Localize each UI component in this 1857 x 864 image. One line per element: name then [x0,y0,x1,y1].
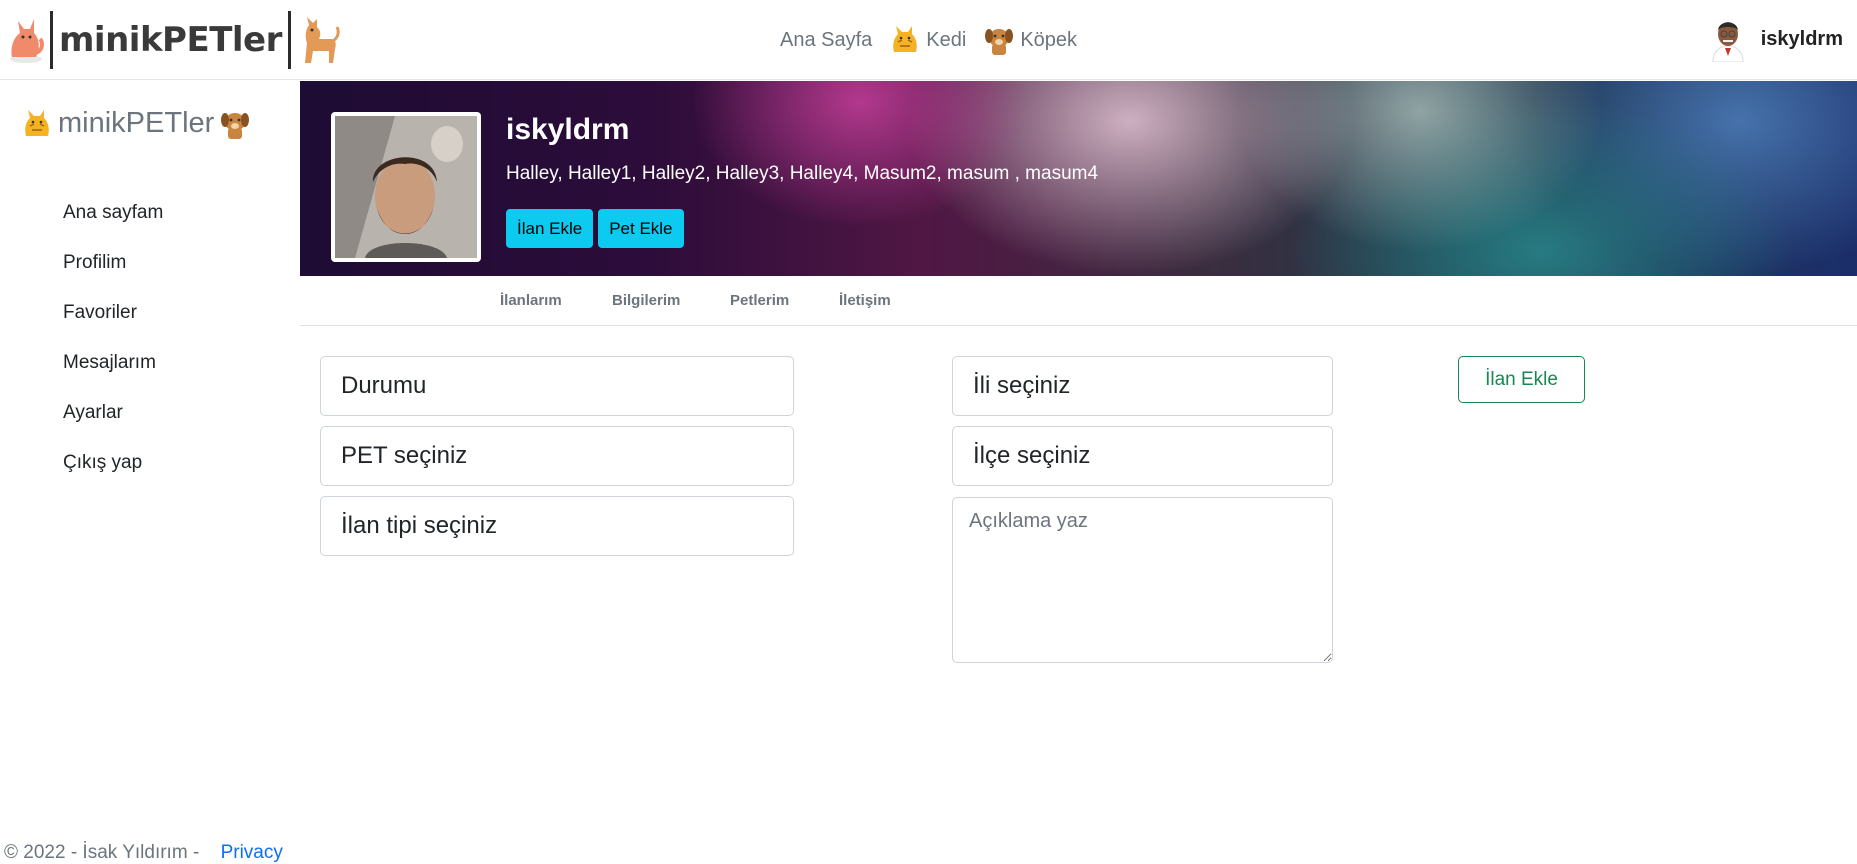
submit-listing-button[interactable]: İlan Ekle [1458,356,1585,403]
profile-photo-image [335,116,477,258]
nav-dog-label: Köpek [1020,28,1078,51]
sidebar-brand[interactable]: minikPETler [22,107,250,140]
listing-type-select[interactable]: İlan tipi seçiniz [320,496,794,556]
dog-emoji-icon [985,29,1014,55]
sidebar-item-home[interactable]: Ana sayfam [63,188,163,238]
cat-logo-icon [10,19,44,63]
pet-select[interactable]: PET seçiniz [320,426,794,486]
nav-cat-label: Kedi [926,28,967,51]
tab-contact[interactable]: İletişim [839,292,891,309]
nav-dog-link[interactable]: Köpek [984,24,1077,56]
district-select[interactable]: İlçe seçiniz [952,426,1333,486]
username-label: iskyldrm [1760,27,1843,50]
profile-photo [331,112,481,262]
sidebar-nav: Ana sayfam Profilim Favoriler Mesajlarım… [63,188,163,488]
main-nav: Ana Sayfa Kedi Köpek [780,20,1077,60]
top-navbar: minikPETler Ana Sayfa Kedi Köpek iskyldr… [0,0,1857,80]
profile-actions: İlan Ekle Pet Ekle [506,209,684,248]
sidebar-item-profile[interactable]: Profilim [63,238,163,288]
sidebar-brand-label: minikPETler [58,107,215,139]
dog-logo-icon [304,17,340,63]
tab-my-pets[interactable]: Petlerim [730,292,789,309]
add-listing-button[interactable]: İlan Ekle [506,209,594,248]
user-avatar-icon [1712,22,1744,62]
dog-emoji-icon [221,112,250,139]
brand-name: minikPETler [59,20,282,60]
sidebar: minikPETler Ana sayfam Profilim Favorile… [0,81,300,821]
description-textarea[interactable] [952,497,1333,663]
profile-pet-list: Halley, Halley1, Halley2, Halley3, Halle… [506,163,1099,184]
cat-emoji-icon [893,26,918,52]
privacy-link[interactable]: Privacy [221,842,283,863]
tab-my-listings[interactable]: İlanlarım [500,292,562,309]
footer-copyright: © 2022 - İsak Yıldırım - [4,842,200,863]
status-select[interactable]: Durumu [320,356,794,416]
brand-divider [287,11,291,69]
profile-username: iskyldrm [506,113,630,146]
cat-emoji-icon [25,109,49,136]
footer: © 2022 - İsak Yıldırım - Privacy [4,842,283,864]
profile-header: iskyldrm Halley, Halley1, Halley2, Halle… [300,81,1857,276]
user-menu[interactable]: iskyldrm [1707,14,1857,64]
city-select[interactable]: İli seçiniz [952,356,1333,416]
profile-tabs: İlanlarım Bilgilerim Petlerim İletişim [300,276,1857,326]
add-pet-button[interactable]: Pet Ekle [598,209,684,248]
tab-my-info[interactable]: Bilgilerim [612,292,680,309]
nav-home-label: Ana Sayfa [780,28,873,51]
sidebar-item-logout[interactable]: Çıkış yap [63,438,163,488]
sidebar-item-settings[interactable]: Ayarlar [63,388,163,438]
brand-logo[interactable]: minikPETler [4,10,341,70]
sidebar-item-favorites[interactable]: Favoriler [63,288,163,338]
nav-cat-link[interactable]: Kedi [890,24,966,56]
sidebar-item-messages[interactable]: Mesajlarım [63,338,163,388]
brand-divider [50,11,53,69]
nav-home-link[interactable]: Ana Sayfa [780,29,872,52]
